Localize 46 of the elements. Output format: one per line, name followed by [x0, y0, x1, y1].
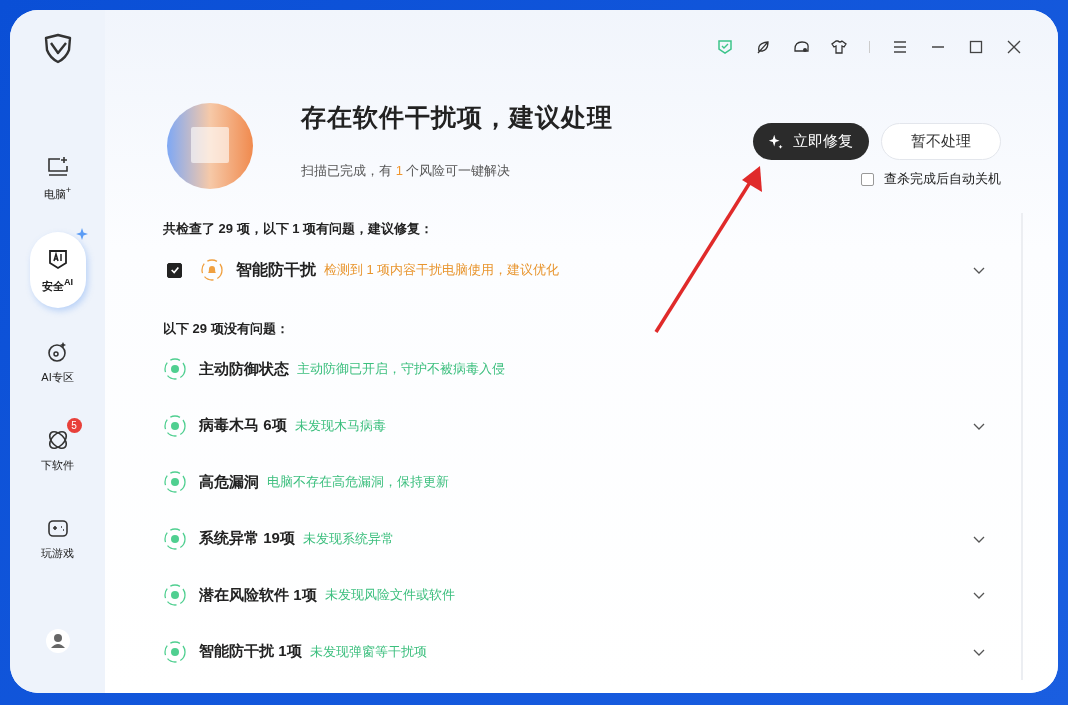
item-detail: 未发现弹窗等干扰项 — [309, 642, 427, 661]
item-title: 系统异常 19项 — [199, 529, 295, 549]
item-detail: 未发现风险文件或软件 — [324, 586, 455, 605]
status-ok-icon — [163, 526, 187, 551]
maximize-icon[interactable] — [968, 39, 984, 55]
item-detail: 未发现木马病毒 — [294, 416, 386, 435]
status-ok-icon — [163, 583, 187, 608]
nav-item[interactable]: 玩游戏 — [29, 504, 86, 572]
page-title: 存在软件干扰项，建议处理 — [301, 102, 613, 133]
status-ok-icon — [163, 639, 187, 664]
item-detail: 检测到 1 项内容干扰电脑使用，建议优化 — [324, 261, 560, 279]
status-ok-icon — [163, 413, 187, 438]
scan-orb-icon — [165, 101, 255, 191]
shirt-icon[interactable] — [831, 39, 847, 55]
shield-check-icon[interactable] — [717, 39, 733, 55]
nav-item[interactable]: 电脑$^{+}$ — [29, 144, 86, 212]
helmet-icon[interactable] — [793, 39, 809, 55]
sparkle-icon — [75, 228, 88, 240]
scan-summary: 扫描已完成，有 1 个风险可一键解决 — [301, 162, 512, 180]
item-title: 智能防干扰 1项 — [199, 642, 302, 662]
auto-shutdown-checkbox[interactable]: 查杀完成后自动关机 — [861, 170, 1001, 188]
item-detail: 电脑不存在高危漏洞，保持更新 — [267, 473, 449, 492]
menu-icon[interactable] — [892, 39, 908, 55]
nav-item[interactable]: 5 下软件 — [29, 416, 86, 484]
user-avatar-icon[interactable] — [45, 629, 70, 653]
bell-icon — [200, 258, 224, 282]
item-title: 潜在风险软件 1项 — [199, 585, 317, 605]
item-title: 主动防御状态 — [199, 359, 289, 379]
skip-button[interactable]: 暂不处理 — [881, 123, 1001, 160]
status-ok-icon — [163, 357, 187, 382]
item-checkbox[interactable] — [167, 262, 182, 278]
feather-icon[interactable] — [755, 39, 771, 55]
section-heading: 共检查了 29 项，以下 1 项有问题，建议修复： — [163, 220, 435, 238]
section-heading: 以下 29 项没有问题： — [163, 320, 290, 338]
monitor-icon — [45, 154, 70, 179]
fix-now-button[interactable]: 立即修复 — [753, 123, 869, 160]
item-detail: 未发现系统异常 — [302, 529, 394, 548]
notification-badge: 5 — [66, 417, 82, 433]
nav-item[interactable]: AI专区 — [29, 328, 86, 396]
close-icon[interactable] — [1006, 39, 1022, 55]
item-detail: 主动防御已开启，守护不被病毒入侵 — [297, 360, 505, 379]
status-ok-icon — [163, 470, 187, 495]
item-title: 高危漏洞 — [199, 472, 259, 492]
item-title: 病毒木马 6项 — [199, 416, 287, 436]
item-title: 智能防干扰 — [236, 259, 316, 280]
checkmark-icon — [169, 265, 180, 275]
